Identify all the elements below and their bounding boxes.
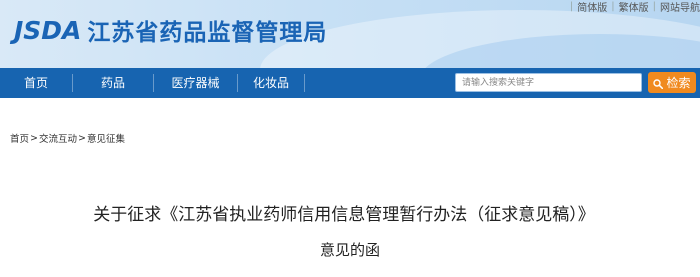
nav-item-cosmetics[interactable]: 化妆品: [238, 68, 304, 98]
nav-item-home[interactable]: 首页: [0, 68, 72, 98]
nav-item-medical-devices[interactable]: 医疗器械: [154, 68, 237, 98]
breadcrumb-current[interactable]: 意见征集: [87, 131, 125, 145]
logo-name: 江苏省药品监督管理局: [87, 20, 328, 46]
search-button-label: 检索: [666, 76, 691, 90]
search-icon: [653, 78, 664, 89]
breadcrumb: 首页 > 交流互动 > 意见征集: [10, 131, 125, 146]
link-traditional[interactable]: 繁体版: [619, 0, 649, 14]
search-input[interactable]: [455, 73, 642, 92]
link-simplified[interactable]: 简体版: [577, 0, 607, 14]
article-title: 关于征求《江苏省执业药师信用信息管理暂行办法（征求意见稿）》: [93, 205, 595, 225]
site-header: JSDA 江苏省药品监督管理局 | 简体版 | 繁体版 | 网站导航: [0, 0, 700, 68]
search-button[interactable]: 检索: [648, 72, 696, 93]
link-site-nav[interactable]: 网站导航: [660, 0, 700, 14]
logo-mark: JSDA: [14, 15, 82, 45]
nav-item-drugs[interactable]: 药品: [73, 68, 153, 98]
breadcrumb-separator: >: [30, 132, 38, 144]
top-links: | 简体版 | 繁体版 | 网站导航: [569, 0, 700, 14]
breadcrumb-interaction[interactable]: 交流互动: [39, 131, 77, 145]
breadcrumb-home[interactable]: 首页: [10, 131, 29, 145]
article-title-line2: 意见的函: [319, 241, 380, 259]
site-logo[interactable]: JSDA 江苏省药品监督管理局: [14, 15, 328, 47]
nav-divider: [304, 74, 305, 92]
breadcrumb-separator: >: [78, 132, 86, 144]
